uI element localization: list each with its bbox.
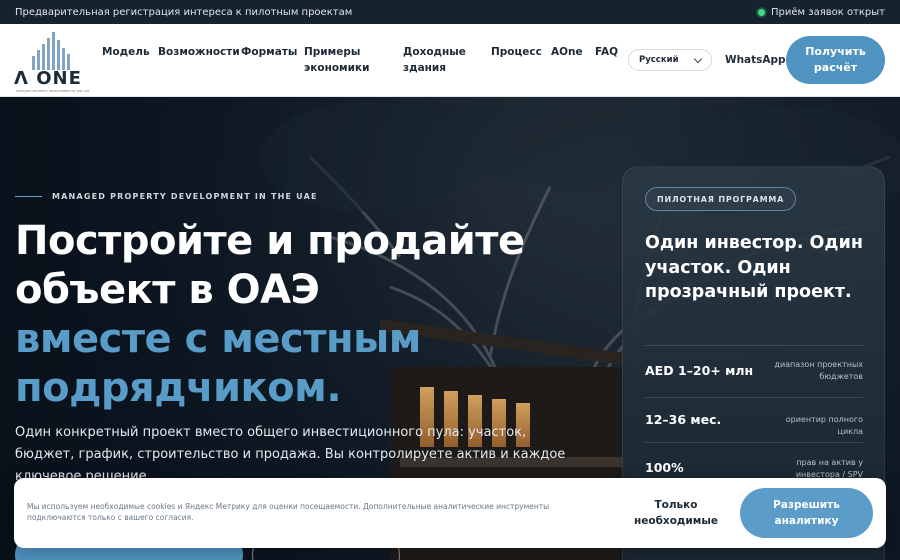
chevron-down-icon — [693, 54, 703, 63]
announcement-bar: Предварительная регистрация интереса к п… — [0, 0, 900, 24]
site-header: Λ ONE MANAGED PROPERTY DEVELOPMENT IN TH… — [0, 24, 900, 97]
hero-title-accent-line: подрядчиком. — [15, 365, 342, 411]
eyebrow-text: MANAGED PROPERTY DEVELOPMENT IN THE UAE — [52, 192, 318, 201]
get-estimate-button[interactable]: Получить расчёт — [786, 36, 885, 84]
stat-value: 12–36 мес. — [645, 412, 722, 427]
status-text: Приём заявок открыт — [771, 6, 885, 18]
announcement-text: Предварительная регистрация интереса к п… — [15, 6, 353, 18]
whatsapp-link[interactable]: WhatsApp — [725, 52, 786, 68]
card-title: Один инвестор. Один участок. Один прозра… — [645, 233, 863, 302]
pilot-program-badge: ПИЛОТНАЯ ПРОГРАММА — [645, 187, 797, 211]
hero-title-accent-line: вместе с местным — [15, 316, 421, 362]
application-status: Приём заявок открыт — [758, 7, 885, 18]
necessary-only-button[interactable]: Только необходимые — [626, 493, 726, 533]
cookie-banner: Мы используем необходимые cookies и Янде… — [14, 478, 886, 548]
stat-description: ориентир полного цикла — [785, 415, 863, 436]
language-value: Русский — [639, 55, 679, 65]
hero-eyebrow: MANAGED PROPERTY DEVELOPMENT IN THE UAE — [15, 192, 318, 201]
hero-title: Постройте и продайте объект в ОАЭ вместе… — [15, 217, 575, 413]
nav-item-economics[interactable]: Примеры экономики — [304, 44, 384, 76]
stat-budget: AED 1–20+ млн диапазон проектных бюджето… — [645, 345, 863, 397]
nav-item-formats[interactable]: Форматы — [241, 44, 297, 60]
hero-title-line: объект в ОАЭ — [15, 267, 320, 313]
stat-value: 100% — [645, 460, 684, 475]
stat-description: диапазон проектных бюджетов — [774, 360, 863, 381]
cookie-text: Мы используем необходимые cookies и Янде… — [27, 502, 550, 522]
status-dot-icon — [758, 8, 766, 16]
eyebrow-line — [15, 196, 42, 197]
nav-item-aone[interactable]: AOne — [551, 44, 583, 60]
language-select[interactable]: Русский — [628, 49, 712, 71]
nav-item-model[interactable]: Модель — [102, 44, 150, 60]
nav-item-features[interactable]: Возможности — [158, 44, 240, 60]
nav-item-process[interactable]: Процесс — [491, 44, 542, 60]
stat-value: AED 1–20+ млн — [645, 363, 754, 378]
hero-title-line: Постройте и продайте — [15, 218, 525, 264]
nav-item-income-buildings[interactable]: Доходные здания — [403, 44, 469, 76]
allow-analytics-button[interactable]: Разрешить аналитику — [740, 488, 873, 538]
stat-cycle: 12–36 мес. ориентир полного цикла — [645, 397, 863, 442]
nav-item-faq[interactable]: FAQ — [595, 44, 618, 60]
